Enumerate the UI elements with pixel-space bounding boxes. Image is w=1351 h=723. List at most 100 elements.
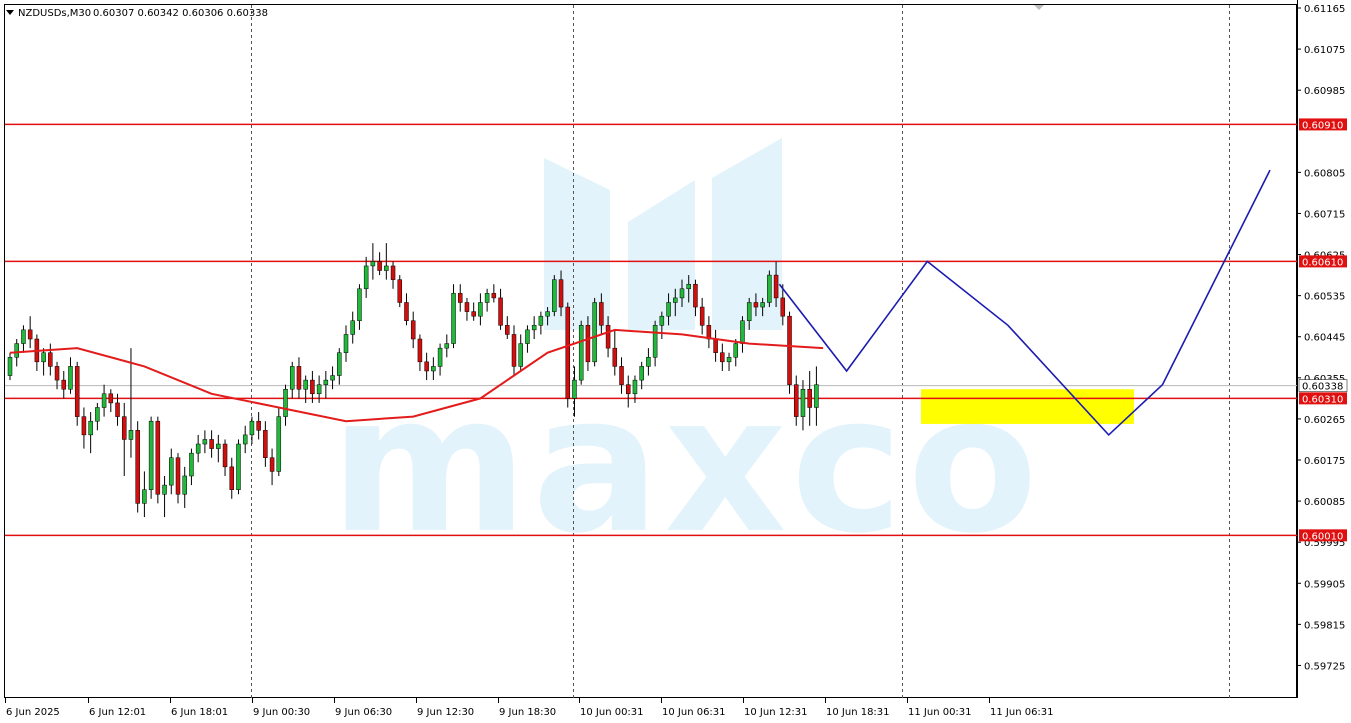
bear-candle-body bbox=[780, 297, 786, 317]
bull-candle-body bbox=[343, 334, 349, 353]
chart-frame bbox=[4, 4, 1297, 698]
bear-candle-body bbox=[565, 306, 571, 399]
bull-candle-body bbox=[350, 320, 355, 335]
bull-candle-body bbox=[162, 484, 167, 495]
bull-candle-body bbox=[632, 379, 638, 395]
bear-candle-body bbox=[558, 279, 564, 308]
time-axis-label: 10 Jun 12:31 bbox=[744, 707, 808, 718]
bull-candle-body bbox=[283, 388, 288, 417]
bear-candle-body bbox=[619, 366, 624, 385]
bear-candle-body bbox=[807, 388, 812, 408]
bull-candle-body bbox=[451, 293, 456, 344]
bear-candle-body bbox=[511, 334, 517, 367]
bull-candle-body bbox=[578, 325, 584, 381]
bear-candle-body bbox=[296, 366, 302, 390]
bear-candle-body bbox=[793, 384, 799, 417]
bull-candle-body bbox=[384, 265, 389, 271]
level-price-tag-text: 0.60610 bbox=[1302, 257, 1343, 268]
bear-candle-body bbox=[699, 306, 705, 326]
price-chart[interactable]: maxco 0.61165 0.61075 0.60985 0.60805 0.6071… bbox=[0, 0, 1351, 723]
bear-candle-body bbox=[222, 443, 228, 468]
chart-shift-marker-icon[interactable] bbox=[1034, 5, 1044, 10]
bull-candle-body bbox=[195, 443, 201, 454]
bull-candle-body bbox=[142, 489, 147, 504]
time-axis-label: 10 Jun 18:31 bbox=[826, 707, 890, 718]
bear-candle-body bbox=[135, 430, 140, 504]
bear-candle-body bbox=[773, 274, 779, 299]
bear-candle-body bbox=[410, 320, 416, 340]
bull-candle-body bbox=[242, 434, 248, 445]
bear-candle-body bbox=[625, 384, 631, 395]
ohlc-values: 0.60307 0.60342 0.60306 0.60338 bbox=[93, 8, 268, 19]
bull-candle-body bbox=[128, 430, 134, 440]
bull-candle-body bbox=[646, 357, 651, 367]
bull-candle-body bbox=[189, 452, 194, 477]
bull-candle-body bbox=[357, 288, 362, 321]
bear-candle-body bbox=[269, 457, 275, 472]
bear-candle-body bbox=[599, 302, 604, 326]
bull-candle-body bbox=[68, 366, 73, 390]
bull-candle-body bbox=[169, 457, 174, 486]
price-axis-label: 0.60805 bbox=[1304, 168, 1345, 179]
triangle-down-icon[interactable] bbox=[6, 10, 14, 15]
bear-candle-body bbox=[390, 265, 396, 280]
bull-candle-body bbox=[303, 379, 308, 390]
bear-candle-body bbox=[498, 297, 503, 326]
bull-candle-body bbox=[746, 302, 752, 321]
level-price-tag-text: 0.60310 bbox=[1302, 394, 1343, 405]
bull-candle-body bbox=[552, 279, 557, 312]
maxco-watermark-logo: maxco bbox=[330, 138, 1038, 575]
bull-candle-body bbox=[370, 261, 376, 267]
level-price-tag-text: 0.60010 bbox=[1302, 531, 1343, 542]
bull-candle-body bbox=[666, 302, 671, 317]
bull-candle-body bbox=[41, 352, 46, 363]
bull-candle-body bbox=[733, 343, 739, 358]
bear-candle-body bbox=[397, 279, 403, 303]
bear-candle-body bbox=[377, 261, 382, 271]
bull-candle-body bbox=[639, 366, 644, 381]
bull-candle-body bbox=[101, 393, 107, 408]
bear-candle-body bbox=[108, 393, 114, 404]
bull-candle-body bbox=[236, 443, 241, 490]
price-axis-label: 0.61075 bbox=[1304, 45, 1345, 56]
bull-candle-body bbox=[538, 315, 544, 326]
bull-candle-body bbox=[431, 366, 436, 372]
support-zone-rectangle[interactable] bbox=[921, 389, 1134, 424]
bear-candle-body bbox=[115, 402, 120, 417]
price-axis-label: 0.60715 bbox=[1304, 209, 1345, 220]
bear-candle-body bbox=[424, 361, 429, 372]
bull-candle-body bbox=[337, 352, 342, 376]
bull-candle-body bbox=[88, 420, 93, 436]
bull-candle-body bbox=[202, 439, 208, 445]
bull-candle-body bbox=[323, 379, 329, 385]
watermark-logo-bar-mid bbox=[628, 180, 695, 330]
bull-candle-body bbox=[330, 375, 335, 381]
bear-candle-body bbox=[175, 457, 181, 495]
price-axis-label: 0.60085 bbox=[1304, 497, 1345, 508]
bull-candle-body bbox=[800, 388, 806, 417]
time-axis-label: 11 Jun 06:31 bbox=[990, 707, 1054, 718]
bear-candle-body bbox=[753, 302, 759, 308]
bear-candle-body bbox=[263, 430, 268, 458]
bear-candle-body bbox=[713, 338, 718, 353]
bull-candle-body bbox=[289, 366, 295, 390]
time-axis-label: 6 Jun 12:01 bbox=[89, 707, 146, 718]
symbol-label: NZDUSDs,M30 bbox=[18, 8, 91, 19]
bull-candle-body bbox=[276, 416, 282, 472]
bear-candle-body bbox=[81, 416, 87, 436]
bear-candle-body bbox=[693, 283, 698, 308]
bear-candle-body bbox=[74, 366, 80, 417]
bull-candle-body bbox=[14, 343, 19, 358]
bear-candle-body bbox=[787, 315, 792, 385]
price-axis-label: 0.59815 bbox=[1304, 620, 1345, 631]
bull-candle-body bbox=[437, 347, 443, 367]
time-axis-label: 6 Jun 2025 bbox=[6, 707, 60, 718]
bull-candle-body bbox=[525, 329, 530, 344]
bear-candle-body bbox=[310, 379, 315, 395]
time-axis-label: 11 Jun 00:31 bbox=[908, 707, 972, 718]
bear-candle-body bbox=[54, 366, 60, 381]
price-axis-label: 0.59905 bbox=[1304, 579, 1345, 590]
bear-candle-body bbox=[209, 439, 214, 449]
bull-candle-body bbox=[316, 384, 322, 395]
price-axis-label: 0.60985 bbox=[1304, 86, 1345, 97]
